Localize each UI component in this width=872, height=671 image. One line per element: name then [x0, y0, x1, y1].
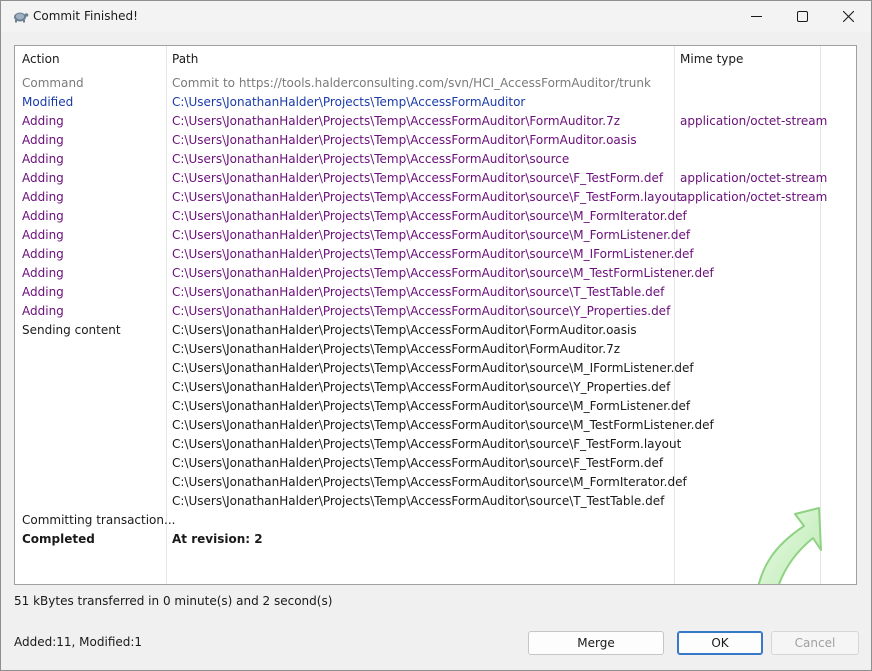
row-path: C:\Users\JonathanHalder\Projects\Temp\Ac…	[172, 399, 691, 413]
commit-finished-dialog: Commit Finished! Action Path Mime type C…	[0, 0, 872, 671]
row-path: C:\Users\JonathanHalder\Projects\Temp\Ac…	[172, 456, 664, 470]
maximize-icon	[796, 11, 808, 22]
log-row[interactable]: C:\Users\JonathanHalder\Projects\Temp\Ac…	[15, 378, 856, 397]
log-row[interactable]: Adding C:\Users\JonathanHalder\Projects\T…	[15, 112, 856, 131]
log-row[interactable]: Adding C:\Users\JonathanHalder\Projects\T…	[15, 302, 856, 321]
log-row[interactable]: Adding C:\Users\JonathanHalder\Projects\T…	[15, 264, 856, 283]
row-path: C:\Users\JonathanHalder\Projects\Temp\Ac…	[172, 437, 682, 451]
row-action: Adding	[22, 247, 64, 261]
log-row[interactable]: C:\Users\JonathanHalder\Projects\Temp\Ac…	[15, 416, 856, 435]
row-action: Adding	[22, 266, 64, 280]
close-button[interactable]	[825, 1, 871, 32]
log-row[interactable]: Adding C:\Users\JonathanHalder\Projects\T…	[15, 150, 856, 169]
row-action: Sending content	[22, 323, 121, 337]
log-row[interactable]: Adding C:\Users\JonathanHalder\Projects\T…	[15, 188, 856, 207]
log-row[interactable]: Adding C:\Users\JonathanHalder\Projects\T…	[15, 207, 856, 226]
log-row[interactable]: Adding C:\Users\JonathanHalder\Projects\T…	[15, 245, 856, 264]
row-path: C:\Users\JonathanHalder\Projects\Temp\Ac…	[172, 228, 691, 242]
row-path: C:\Users\JonathanHalder\Projects\Temp\Ac…	[172, 361, 694, 375]
log-row[interactable]: Sending content C:\Users\JonathanHalder\P…	[15, 321, 856, 340]
row-path: C:\Users\JonathanHalder\Projects\Temp\Ac…	[172, 323, 637, 337]
row-path: C:\Users\JonathanHalder\Projects\Temp\Ac…	[172, 494, 665, 508]
row-path: C:\Users\JonathanHalder\Projects\Temp\Ac…	[172, 133, 637, 147]
row-path: At revision: 2	[172, 532, 263, 546]
log-rows: Command Commit to https://tools.haldercon…	[15, 74, 856, 549]
log-row[interactable]: Completed At revision: 2	[15, 530, 856, 549]
row-action: Adding	[22, 190, 64, 204]
row-action: Adding	[22, 285, 64, 299]
log-row[interactable]: Adding C:\Users\JonathanHalder\Projects\T…	[15, 283, 856, 302]
log-row[interactable]: Adding C:\Users\JonathanHalder\Projects\T…	[15, 131, 856, 150]
log-row[interactable]: C:\Users\JonathanHalder\Projects\Temp\Ac…	[15, 340, 856, 359]
row-path: C:\Users\JonathanHalder\Projects\Temp\Ac…	[172, 304, 671, 318]
row-action: Adding	[22, 209, 64, 223]
minimize-icon	[750, 16, 762, 17]
tortoise-icon	[14, 12, 29, 23]
ok-button[interactable]: OK	[677, 631, 763, 655]
title-bar: Commit Finished!	[1, 1, 871, 32]
row-path: C:\Users\JonathanHalder\Projects\Temp\Ac…	[172, 171, 664, 185]
column-header-path[interactable]: Path	[172, 52, 198, 66]
row-path: C:\Users\JonathanHalder\Projects\Temp\Ac…	[172, 190, 682, 204]
row-path: C:\Users\JonathanHalder\Projects\Temp\Ac…	[172, 247, 694, 261]
row-action: Adding	[22, 304, 64, 318]
log-row[interactable]: C:\Users\JonathanHalder\Projects\Temp\Ac…	[15, 454, 856, 473]
minimize-button[interactable]	[733, 1, 779, 32]
log-row[interactable]: C:\Users\JonathanHalder\Projects\Temp\Ac…	[15, 359, 856, 378]
row-action: Committing transaction...	[22, 513, 176, 527]
row-action: Adding	[22, 171, 64, 185]
transfer-status: 51 kBytes transferred in 0 minute(s) and…	[14, 594, 333, 608]
change-counts: Added:11, Modified:1	[14, 635, 143, 649]
row-mime: application/octet-stream	[680, 114, 828, 128]
row-path: C:\Users\JonathanHalder\Projects\Temp\Ac…	[172, 95, 526, 109]
row-path: C:\Users\JonathanHalder\Projects\Temp\Ac…	[172, 342, 621, 356]
row-action: Adding	[22, 133, 64, 147]
merge-button[interactable]: Merge	[528, 631, 664, 655]
curved-arrow-icon	[757, 507, 822, 584]
log-row[interactable]: C:\Users\JonathanHalder\Projects\Temp\Ac…	[15, 492, 856, 511]
row-action: Adding	[22, 152, 64, 166]
row-action: Modified	[22, 95, 74, 109]
log-row[interactable]: C:\Users\JonathanHalder\Projects\Temp\Ac…	[15, 473, 856, 492]
row-mime: application/octet-stream	[680, 171, 828, 185]
row-path: C:\Users\JonathanHalder\Projects\Temp\Ac…	[172, 380, 671, 394]
row-mime: application/octet-stream	[680, 190, 828, 204]
log-row[interactable]: Adding C:\Users\JonathanHalder\Projects\T…	[15, 169, 856, 188]
row-path: C:\Users\JonathanHalder\Projects\Temp\Ac…	[172, 114, 621, 128]
row-action: Adding	[22, 114, 64, 128]
cancel-button[interactable]: Cancel	[771, 631, 859, 655]
row-path: C:\Users\JonathanHalder\Projects\Temp\Ac…	[172, 418, 714, 432]
close-icon	[842, 11, 854, 22]
row-path: C:\Users\JonathanHalder\Projects\Temp\Ac…	[172, 209, 687, 223]
log-row[interactable]: Adding C:\Users\JonathanHalder\Projects\T…	[15, 226, 856, 245]
row-path: C:\Users\JonathanHalder\Projects\Temp\Ac…	[172, 152, 570, 166]
window-title: Commit Finished!	[33, 9, 138, 23]
row-action: Command	[22, 76, 84, 90]
row-path: C:\Users\JonathanHalder\Projects\Temp\Ac…	[172, 285, 665, 299]
log-row[interactable]: C:\Users\JonathanHalder\Projects\Temp\Ac…	[15, 397, 856, 416]
commit-log-list[interactable]: Action Path Mime type Command Commit to h…	[14, 45, 857, 585]
log-row[interactable]: Modified C:\Users\JonathanHalder\Projects…	[15, 93, 856, 112]
row-action: Adding	[22, 228, 64, 242]
row-action: Completed	[22, 532, 95, 546]
log-row[interactable]: Command Commit to https://tools.haldercon…	[15, 74, 856, 93]
row-path: C:\Users\JonathanHalder\Projects\Temp\Ac…	[172, 266, 714, 280]
row-path: Commit to https://tools.halderconsulting…	[172, 76, 651, 90]
log-row[interactable]: Committing transaction...	[15, 511, 856, 530]
column-header-action[interactable]: Action	[22, 52, 60, 66]
row-path: C:\Users\JonathanHalder\Projects\Temp\Ac…	[172, 475, 687, 489]
column-header-mime[interactable]: Mime type	[680, 52, 743, 66]
log-row[interactable]: C:\Users\JonathanHalder\Projects\Temp\Ac…	[15, 435, 856, 454]
maximize-button[interactable]	[779, 1, 825, 32]
